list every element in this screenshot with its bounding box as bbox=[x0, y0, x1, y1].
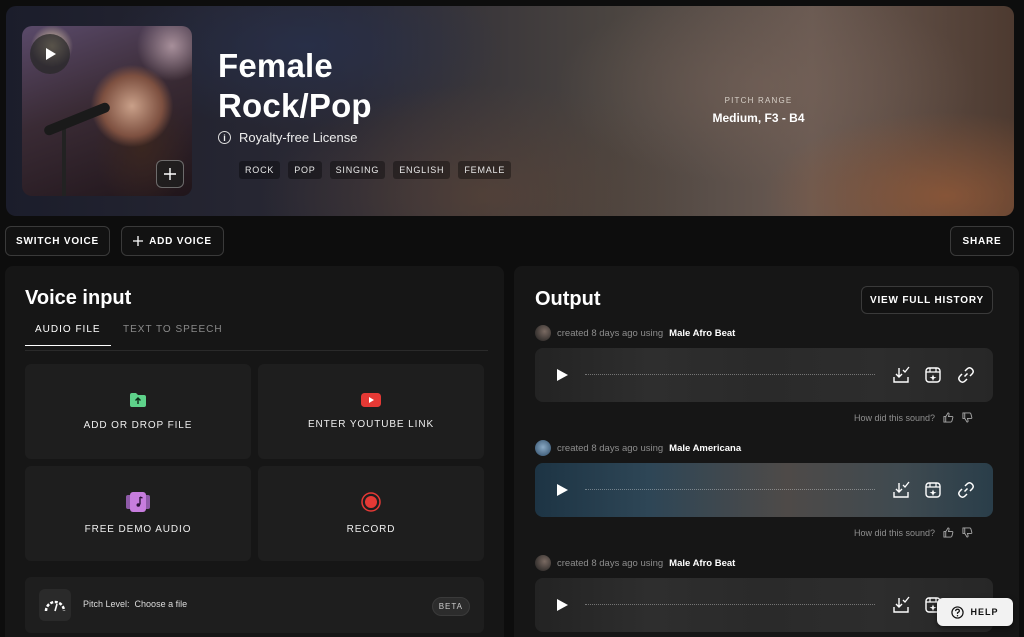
folder-upload-icon bbox=[130, 393, 146, 407]
pitch-level-row: Pitch Level: Choose a file BETA bbox=[25, 577, 484, 633]
share-label: SHARE bbox=[962, 235, 1002, 247]
voice-hero-banner: Female Rock/Pop i Royalty-free License R… bbox=[6, 6, 1014, 216]
music-file-icon bbox=[126, 492, 150, 512]
voice-title-line2: Rock/Pop bbox=[218, 87, 372, 124]
record-card[interactable]: RECORD bbox=[258, 466, 484, 561]
beta-badge: BETA bbox=[431, 597, 470, 616]
cover-microphone bbox=[42, 101, 112, 137]
gauge-icon bbox=[39, 589, 71, 621]
avatar bbox=[535, 440, 551, 456]
license-label: Royalty-free License bbox=[239, 130, 358, 145]
tag-english: ENGLISH bbox=[393, 161, 451, 179]
waveform[interactable] bbox=[585, 489, 875, 490]
demo-audio-label: FREE DEMO AUDIO bbox=[84, 524, 192, 535]
output-item-meta: created 8 days ago using Male Afro Beat bbox=[535, 555, 735, 571]
voice-cover-image bbox=[22, 26, 192, 196]
input-tabs: AUDIO FILE TEXT TO SPEECH bbox=[25, 324, 488, 351]
source-voice-name: Male Americana bbox=[669, 442, 742, 454]
pitch-level-label: Pitch Level: bbox=[83, 599, 130, 609]
thumbs-down-icon[interactable] bbox=[962, 527, 973, 538]
waveform[interactable] bbox=[585, 604, 875, 605]
tag-singing: SINGING bbox=[329, 161, 386, 179]
link-icon[interactable] bbox=[956, 480, 976, 500]
add-or-drop-file-card[interactable]: ADD OR DROP FILE bbox=[25, 364, 251, 459]
view-full-history-button[interactable]: VIEW FULL HISTORY bbox=[861, 286, 993, 314]
switch-voice-label: SWITCH VOICE bbox=[16, 235, 99, 247]
pitch-range: PITCH RANGE Medium, F3 - B4 bbox=[706, 96, 811, 125]
play-icon[interactable] bbox=[555, 368, 569, 382]
voice-title-line1: Female bbox=[218, 47, 333, 84]
help-button[interactable]: HELP bbox=[937, 598, 1013, 626]
audio-player bbox=[535, 463, 993, 517]
thumbs-up-icon[interactable] bbox=[943, 527, 954, 538]
feedback-question: How did this sound? bbox=[854, 527, 936, 538]
created-text: created 8 days ago using bbox=[557, 442, 664, 454]
created-text: created 8 days ago using bbox=[557, 557, 664, 569]
waveform[interactable] bbox=[585, 374, 875, 375]
info-icon: i bbox=[218, 131, 231, 144]
download-icon[interactable] bbox=[891, 595, 911, 615]
play-icon bbox=[46, 48, 56, 60]
thumbs-down-icon[interactable] bbox=[962, 412, 973, 423]
link-icon[interactable] bbox=[956, 365, 976, 385]
record-label: RECORD bbox=[346, 524, 396, 535]
thumbs-up-icon[interactable] bbox=[943, 412, 954, 423]
voice-title: Female Rock/Pop bbox=[218, 46, 372, 126]
pitch-range-value: Medium, F3 - B4 bbox=[712, 111, 805, 125]
tab-audio-file[interactable]: AUDIO FILE bbox=[25, 324, 111, 346]
feedback-row: How did this sound? bbox=[854, 412, 973, 423]
license-info[interactable]: i Royalty-free License bbox=[218, 130, 358, 145]
youtube-link-card[interactable]: ENTER YOUTUBE LINK bbox=[258, 364, 484, 459]
feedback-row: How did this sound? bbox=[854, 527, 973, 538]
add-voice-plus-button[interactable] bbox=[156, 160, 184, 188]
voice-input-panel: Voice input AUDIO FILE TEXT TO SPEECH AD… bbox=[5, 266, 504, 637]
tab-text-to-speech[interactable]: TEXT TO SPEECH bbox=[123, 324, 223, 345]
cover-mic-stand bbox=[62, 121, 66, 196]
add-to-studio-icon[interactable] bbox=[923, 365, 943, 385]
help-icon bbox=[951, 605, 965, 619]
source-voice-name: Male Afro Beat bbox=[669, 557, 736, 569]
tag-female: FEMALE bbox=[458, 161, 512, 179]
youtube-label: ENTER YOUTUBE LINK bbox=[307, 419, 435, 430]
audio-player bbox=[535, 348, 993, 402]
output-item-meta: created 8 days ago using Male Afro Beat bbox=[535, 325, 735, 341]
output-title: Output bbox=[535, 288, 601, 310]
pitch-range-label: PITCH RANGE bbox=[724, 96, 793, 105]
output-item-meta: created 8 days ago using Male Americana bbox=[535, 440, 741, 456]
play-icon[interactable] bbox=[555, 598, 569, 612]
record-icon bbox=[361, 492, 381, 512]
avatar bbox=[535, 555, 551, 571]
play-icon[interactable] bbox=[555, 483, 569, 497]
output-panel: Output VIEW FULL HISTORY created 8 days … bbox=[514, 266, 1019, 637]
pitch-level-value: Choose a file bbox=[134, 599, 188, 609]
plus-icon bbox=[164, 168, 176, 180]
share-button[interactable]: SHARE bbox=[950, 226, 1014, 256]
switch-voice-button[interactable]: SWITCH VOICE bbox=[5, 226, 110, 256]
tag-rock: ROCK bbox=[239, 161, 281, 179]
audio-player bbox=[535, 578, 993, 632]
source-voice-name: Male Afro Beat bbox=[669, 327, 736, 339]
avatar bbox=[535, 325, 551, 341]
voice-input-title: Voice input bbox=[25, 287, 132, 309]
add-file-label: ADD OR DROP FILE bbox=[83, 420, 193, 431]
add-voice-label: ADD VOICE bbox=[149, 235, 212, 247]
feedback-question: How did this sound? bbox=[854, 412, 936, 423]
view-history-label: VIEW FULL HISTORY bbox=[870, 294, 984, 306]
plus-icon bbox=[133, 236, 144, 246]
download-icon[interactable] bbox=[891, 365, 911, 385]
free-demo-audio-card[interactable]: FREE DEMO AUDIO bbox=[25, 466, 251, 561]
youtube-icon bbox=[361, 393, 381, 407]
add-to-studio-icon[interactable] bbox=[923, 480, 943, 500]
add-voice-button[interactable]: ADD VOICE bbox=[121, 226, 224, 256]
help-label: HELP bbox=[970, 607, 999, 617]
voice-tags: ROCK POP SINGING ENGLISH FEMALE bbox=[239, 161, 512, 179]
tag-pop: POP bbox=[288, 161, 322, 179]
pitch-level-text: Pitch Level: Choose a file bbox=[83, 599, 187, 609]
download-icon[interactable] bbox=[891, 480, 911, 500]
cover-play-button[interactable] bbox=[30, 34, 70, 74]
created-text: created 8 days ago using bbox=[557, 327, 664, 339]
